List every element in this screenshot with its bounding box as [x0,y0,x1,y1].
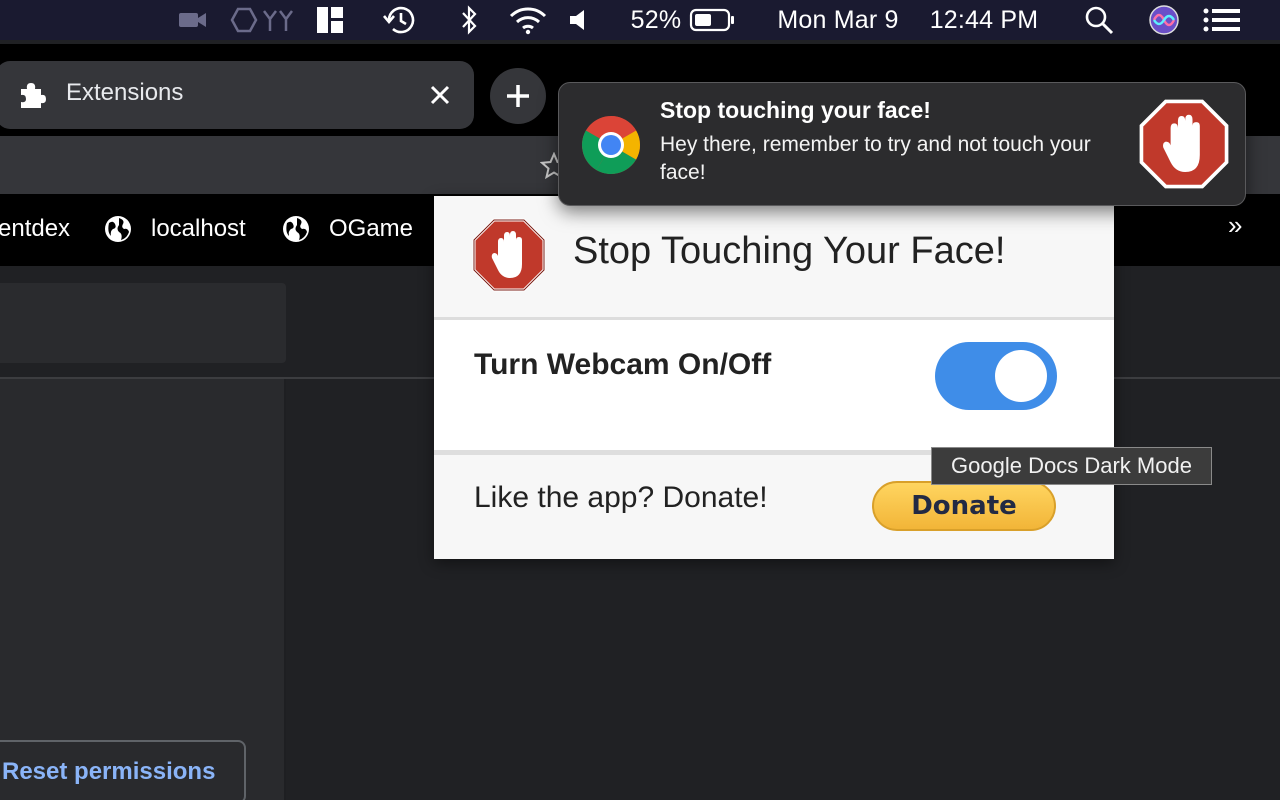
siri-icon[interactable] [1146,0,1182,40]
donate-label: Like the app? Donate! [474,481,768,514]
bookmark-item[interactable]: OGame [281,212,413,246]
bluetooth-icon[interactable] [456,0,482,40]
notification-body: Hey there, remember to try and not touch… [660,133,1091,184]
globe-icon [105,216,131,242]
menubar-date[interactable]: Mon Mar 9 [766,0,910,40]
control-center-icon[interactable] [1200,0,1244,40]
notification-banner[interactable]: Stop touching your face! Hey there, reme… [558,82,1246,206]
webcam-toggle-label: Turn Webcam On/Off [474,348,772,381]
close-icon[interactable] [426,81,454,109]
battery-percent: 52% [630,5,682,34]
page-card [0,283,286,363]
reset-permissions-button[interactable]: Reset permissions [0,740,246,800]
extension-popup: Stop Touching Your Face! Turn Webcam On/… [434,196,1114,559]
page-side-column [0,379,286,800]
chrome-icon [581,115,641,175]
time-machine-icon[interactable] [380,0,420,40]
bookmark-item[interactable]: entdex [0,212,70,246]
popup-header: Stop Touching Your Face! [434,196,1114,318]
popup-title: Stop Touching Your Face! [573,230,1006,272]
tooltip: Google Docs Dark Mode [931,447,1212,485]
menu-bar: 52% Mon Mar 9 12:44 PM [0,0,1280,40]
webcam-toggle[interactable] [935,342,1057,410]
notification-title: Stop touching your face! [660,97,931,123]
bookmark-label: entdex [0,215,71,242]
bookmark-item[interactable]: localhost [103,212,246,246]
spotlight-search-icon[interactable] [1082,0,1116,40]
wifi-icon[interactable] [506,0,550,40]
bookmark-label: OGame [329,215,414,242]
battery-icon[interactable] [688,0,738,40]
stop-hand-icon [1139,99,1229,189]
window-manager-icon[interactable] [312,0,348,40]
puzzle-icon [18,81,46,109]
webcam-row: Turn Webcam On/Off [434,320,1114,450]
bookmark-label: localhost [151,215,246,242]
plus-icon [507,85,529,107]
bookmarks-overflow-button[interactable]: » [1228,210,1242,241]
extension-shapes-icon[interactable] [226,0,296,40]
menubar-time[interactable]: 12:44 PM [918,0,1050,40]
stop-hand-icon [472,218,546,292]
toggle-knob [995,350,1047,402]
tab-title: Extensions [66,79,184,106]
globe-icon [283,216,309,242]
tab-extensions[interactable]: Extensions [0,61,474,129]
volume-icon[interactable] [566,0,592,40]
donate-button[interactable]: Donate [872,481,1056,531]
video-icon[interactable] [176,0,210,40]
new-tab-button[interactable] [490,68,546,124]
